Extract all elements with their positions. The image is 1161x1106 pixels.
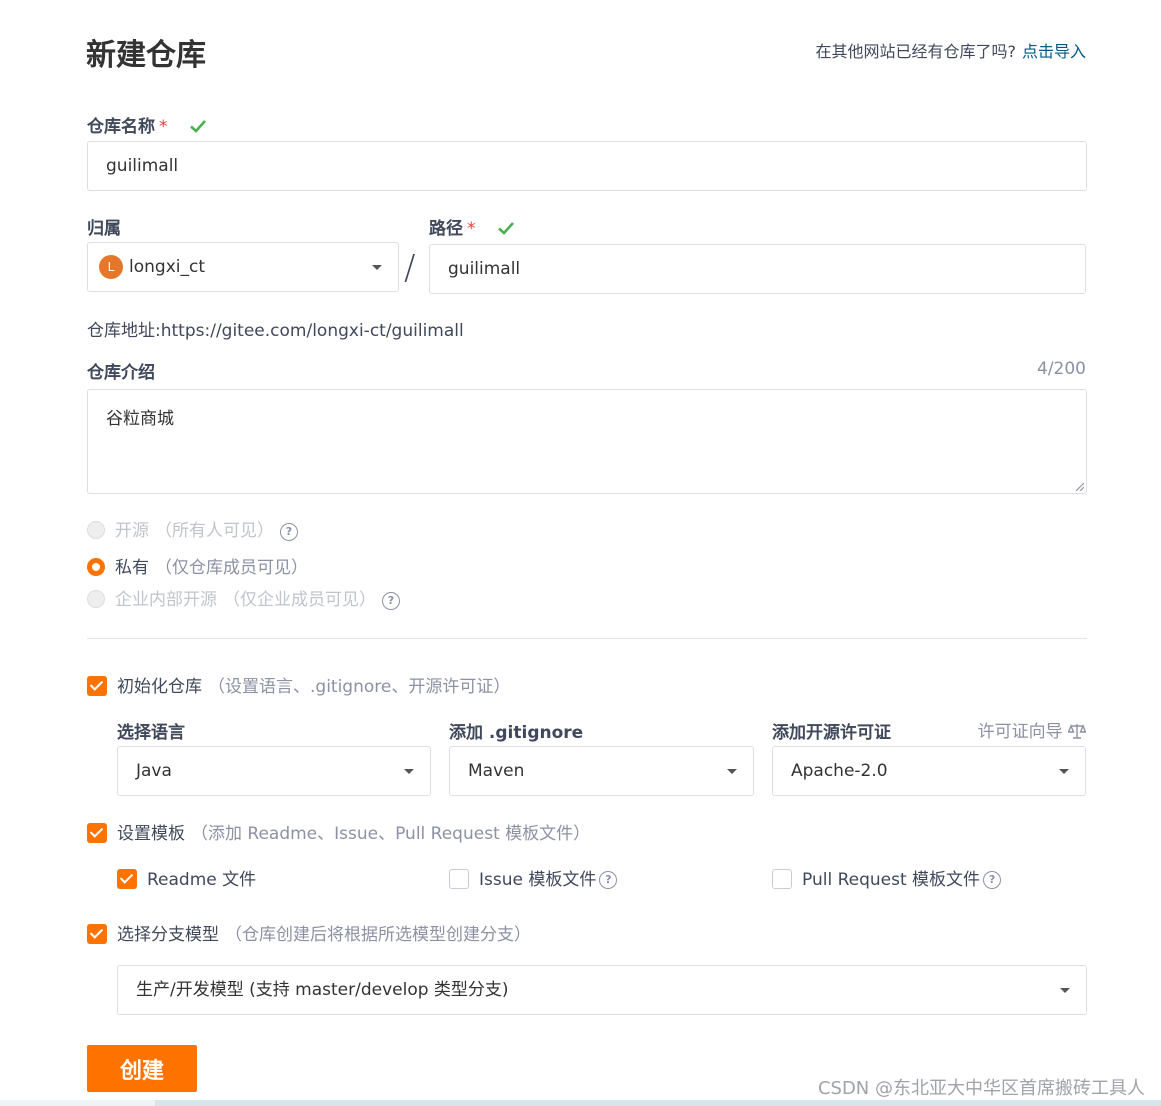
owner-select[interactable]: Llongxi_ct <box>87 242 399 292</box>
caret-down-icon <box>1059 769 1069 774</box>
page-title: 新建仓库 <box>86 38 206 73</box>
description-counter: 4/200 <box>1037 359 1086 379</box>
issue-template-checkbox[interactable] <box>449 869 469 889</box>
visibility-private-sub: （仅仓库成员可见） <box>155 558 308 578</box>
bottom-bar <box>0 1100 1161 1106</box>
branch-model-checkbox[interactable] <box>87 924 107 944</box>
readme-option[interactable]: Readme 文件 <box>117 865 256 890</box>
radio-button[interactable] <box>87 521 105 539</box>
init-repo-checkbox[interactable] <box>87 676 107 696</box>
license-value: Apache-2.0 <box>791 761 888 781</box>
caret-down-icon <box>1060 988 1070 993</box>
path-label-text: 路径 <box>429 219 463 239</box>
template-checkbox[interactable] <box>87 823 107 843</box>
branch-model-option[interactable]: 选择分支模型 （仓库创建后将根据所选模型创建分支） <box>87 920 531 945</box>
visibility-option-public[interactable]: 开源 （所有人可见）? <box>87 516 298 541</box>
language-label: 选择语言 <box>117 723 185 743</box>
license-guide-text: 许可证向导 <box>977 722 1063 742</box>
template-sub: （添加 Readme、Issue、Pull Request 模板文件） <box>191 824 591 844</box>
visibility-public-label: 开源 <box>115 521 149 541</box>
language-select[interactable]: Java <box>117 746 431 796</box>
question-circle-icon[interactable]: ? <box>599 871 618 889</box>
import-link[interactable]: 点击导入 <box>1022 42 1086 61</box>
create-button[interactable]: 创建 <box>87 1045 197 1092</box>
radio-button[interactable] <box>87 558 105 576</box>
gitignore-select[interactable]: Maven <box>449 746 754 796</box>
question-circle-icon[interactable]: ? <box>983 871 1002 889</box>
branch-model-sub: （仓库创建后将根据所选模型创建分支） <box>225 925 531 945</box>
visibility-option-enterprise[interactable]: 企业内部开源 （仅企业成员可见）? <box>87 585 400 610</box>
template-option[interactable]: 设置模板 （添加 Readme、Issue、Pull Request 模板文件） <box>87 819 590 844</box>
visibility-option-private[interactable]: 私有 （仅仓库成员可见） <box>87 553 308 578</box>
issue-template-label: Issue 模板文件 <box>479 870 597 890</box>
bottom-bar-segment <box>0 1100 155 1106</box>
init-repo-option[interactable]: 初始化仓库 （设置语言、.gitignore、开源许可证） <box>87 672 510 697</box>
radio-button[interactable] <box>87 590 105 608</box>
required-mark: * <box>159 117 168 137</box>
import-hint: 在其他网站已经有仓库了吗? 点击导入 <box>815 38 1086 62</box>
divider <box>87 638 1087 639</box>
readme-checkbox[interactable] <box>117 869 137 889</box>
license-label: 添加开源许可证 <box>772 723 891 743</box>
repo-url-label: 仓库地址: <box>87 321 161 341</box>
repo-name-label: 仓库名称 * <box>87 112 207 137</box>
question-circle-icon[interactable]: ? <box>280 523 298 541</box>
scale-icon <box>1067 724 1087 739</box>
init-repo-label: 初始化仓库 <box>117 677 202 697</box>
owner-value: longxi_ct <box>129 257 205 277</box>
branch-model-label: 选择分支模型 <box>117 925 219 945</box>
pr-template-checkbox[interactable] <box>772 869 792 889</box>
repo-url-value: https://gitee.com/longxi-ct/guilimall <box>160 321 464 341</box>
language-value: Java <box>136 761 172 781</box>
path-separator: / <box>404 248 416 288</box>
pr-template-label: Pull Request 模板文件 <box>802 870 981 890</box>
readme-label: Readme 文件 <box>147 870 257 890</box>
license-select[interactable]: Apache-2.0 <box>772 746 1086 796</box>
avatar: L <box>99 255 123 279</box>
template-label: 设置模板 <box>117 824 185 844</box>
branch-model-select[interactable]: 生产/开发模型 (支持 master/develop 类型分支) <box>117 965 1087 1015</box>
init-repo-sub: （设置语言、.gitignore、开源许可证） <box>208 677 511 697</box>
caret-down-icon <box>372 265 382 270</box>
check-icon <box>190 120 207 133</box>
owner-label: 归属 <box>87 219 121 239</box>
check-icon <box>498 222 515 235</box>
repo-name-label-text: 仓库名称 <box>87 117 155 137</box>
import-hint-text: 在其他网站已经有仓库了吗? <box>815 42 1016 61</box>
caret-down-icon <box>727 769 737 774</box>
repo-name-input[interactable]: guilimall <box>87 141 1087 191</box>
resize-handle-icon[interactable] <box>1074 481 1084 491</box>
description-textarea[interactable]: 谷粒商城 <box>87 389 1087 494</box>
path-input[interactable]: guilimall <box>429 244 1086 294</box>
caret-down-icon <box>404 769 414 774</box>
gitignore-value: Maven <box>468 761 525 781</box>
license-guide-link[interactable]: 许可证向导 <box>977 717 1087 742</box>
visibility-enterprise-label: 企业内部开源 <box>115 590 217 610</box>
description-value: 谷粒商城 <box>106 409 174 429</box>
visibility-private-label: 私有 <box>115 558 149 578</box>
description-label: 仓库介绍 <box>87 363 155 383</box>
required-mark: * <box>467 219 476 239</box>
question-circle-icon[interactable]: ? <box>382 592 400 610</box>
path-label: 路径 * <box>429 214 515 239</box>
pr-template-option[interactable]: Pull Request 模板文件? <box>772 865 1002 890</box>
gitignore-label: 添加 .gitignore <box>449 723 584 743</box>
visibility-public-sub: （所有人可见） <box>155 521 274 541</box>
branch-model-value: 生产/开发模型 (支持 master/develop 类型分支) <box>136 980 509 1000</box>
watermark: CSDN @东北亚大中华区首席搬砖工具人 <box>817 1078 1145 1099</box>
issue-template-option[interactable]: Issue 模板文件? <box>449 865 618 890</box>
repo-url: 仓库地址:https://gitee.com/longxi-ct/guilima… <box>87 316 464 341</box>
visibility-enterprise-sub: （仅企业成员可见） <box>223 590 376 610</box>
